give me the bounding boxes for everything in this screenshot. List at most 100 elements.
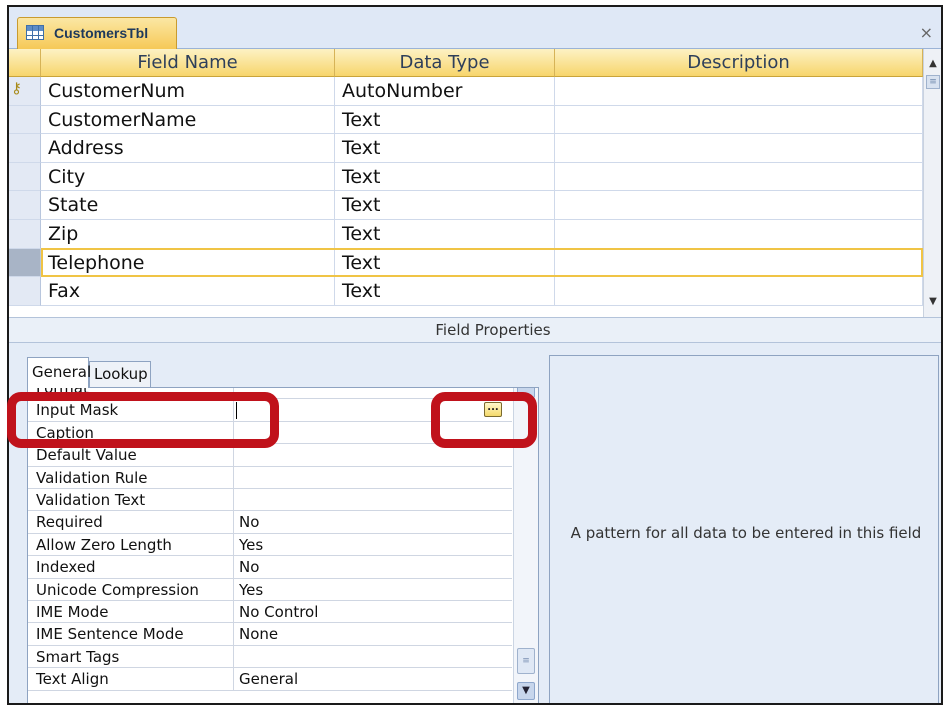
property-row-allow-zero-length[interactable]: Allow Zero Length Yes (28, 533, 512, 557)
property-value[interactable]: No (235, 556, 511, 577)
property-help-text: A pattern for all data to be entered in … (570, 524, 922, 542)
design-grid: Field Name Data Type Description ⚷ CustomerN… (9, 49, 923, 317)
property-row-caption[interactable]: Caption (28, 421, 512, 445)
property-value[interactable] (235, 444, 511, 465)
property-name: IME Sentence Mode (28, 623, 234, 645)
description-cell[interactable] (555, 277, 923, 306)
property-name: Smart Tags (28, 645, 234, 668)
property-value[interactable]: Yes (235, 534, 511, 555)
property-row-indexed[interactable]: Indexed No (28, 556, 512, 579)
property-name: Caption (28, 421, 234, 444)
scroll-down-arrow-icon[interactable]: ▼ (517, 682, 535, 700)
field-properties-header: Field Properties (9, 317, 941, 343)
scroll-up-arrow-icon[interactable]: ▲ (925, 55, 941, 73)
field-name-cell[interactable]: State (41, 191, 335, 220)
property-name: Allow Zero Length (28, 533, 234, 556)
data-type-cell[interactable]: Text (335, 105, 555, 135)
build-button[interactable]: ... (484, 402, 502, 418)
description-cell[interactable] (555, 191, 923, 220)
property-value[interactable] (235, 388, 511, 398)
property-row-ime-sentence-mode[interactable]: IME Sentence Mode None (28, 623, 512, 646)
field-properties-title: Field Properties (435, 321, 551, 339)
table-design-window: CustomersTbl × Field Name Data Type Descri… (7, 5, 943, 705)
scrollbar-thumb[interactable]: ≡ (926, 75, 940, 89)
column-header-data-type: Data Type (335, 49, 555, 77)
property-value[interactable]: No (235, 511, 511, 532)
data-type-cell[interactable]: Text (335, 134, 555, 163)
description-cell[interactable] (555, 220, 923, 249)
description-cell[interactable] (555, 77, 923, 106)
data-type-cell[interactable]: Text (335, 220, 555, 249)
property-name: Indexed (28, 556, 234, 578)
property-row-smart-tags[interactable]: Smart Tags (28, 645, 512, 669)
row-selector[interactable] (9, 162, 41, 192)
scroll-down-arrow-icon[interactable]: ▼ (925, 293, 941, 311)
property-value[interactable]: General (235, 668, 511, 689)
property-value[interactable] (235, 399, 511, 420)
row-selector[interactable] (9, 248, 41, 278)
property-row-validation-text[interactable]: Validation Text (28, 489, 512, 512)
property-sheet: Format Input Mask... Caption Default Value V… (27, 387, 539, 703)
property-name: Required (28, 511, 234, 533)
field-name-cell[interactable]: CustomerName (41, 105, 335, 135)
property-value[interactable] (235, 646, 511, 667)
property-name: Unicode Compression (28, 578, 234, 600)
property-value[interactable] (235, 489, 511, 510)
row-selector[interactable]: ⚷ (9, 77, 41, 106)
property-row-text-align[interactable]: Text Align General (28, 668, 512, 691)
close-icon[interactable]: × (920, 23, 933, 42)
property-name: Validation Text (28, 489, 234, 511)
field-name-cell[interactable]: CustomerNum (41, 77, 335, 106)
field-properties-pane: General Lookup Format Input Mask... Captio… (9, 343, 941, 703)
table-icon (26, 25, 44, 40)
property-sheet-scrollbar[interactable]: ≡ ▼ (513, 388, 538, 703)
column-header-description: Description (555, 49, 923, 77)
field-name-cell[interactable]: Address (41, 134, 335, 163)
document-tab-title: CustomersTbl (54, 25, 149, 41)
property-row-input-mask[interactable]: Input Mask... (28, 399, 512, 422)
property-value[interactable]: Yes (235, 579, 511, 600)
field-name-cell[interactable]: Fax (41, 277, 335, 306)
text-caret (236, 402, 237, 420)
property-name: Format (28, 388, 234, 399)
field-name-cell[interactable]: Zip (41, 220, 335, 249)
data-type-cell[interactable]: AutoNumber (335, 77, 555, 106)
selected-row-outline (41, 247, 923, 277)
row-selector[interactable] (9, 277, 41, 306)
row-selector[interactable] (9, 134, 41, 163)
field-name-cell[interactable]: City (41, 162, 335, 192)
row-selector[interactable] (9, 220, 41, 249)
row-selector[interactable] (9, 105, 41, 135)
primary-key-icon: ⚷ (11, 79, 22, 97)
data-type-cell[interactable]: Text (335, 191, 555, 220)
document-tab-customerstbl[interactable]: CustomersTbl (17, 17, 177, 49)
design-grid-scrollbar[interactable]: ▲ ≡ ▼ (923, 49, 941, 317)
tab-general[interactable]: General (27, 357, 91, 388)
data-type-cell[interactable]: Text (335, 162, 555, 192)
column-header-field-name: Field Name (41, 49, 335, 77)
property-row-format[interactable]: Format (28, 388, 512, 400)
property-row-validation-rule[interactable]: Validation Rule (28, 466, 512, 489)
property-value[interactable] (235, 467, 511, 488)
description-cell[interactable] (555, 162, 923, 192)
property-row-unicode-compression[interactable]: Unicode Compression Yes (28, 578, 512, 601)
property-value[interactable]: None (235, 623, 511, 644)
grid-corner[interactable] (9, 49, 41, 77)
property-value[interactable]: No Control (235, 601, 511, 622)
property-name: Text Align (28, 668, 234, 690)
property-name: Validation Rule (28, 466, 234, 488)
description-cell[interactable] (555, 105, 923, 135)
property-value[interactable] (235, 422, 511, 443)
property-name: Input Mask (28, 399, 234, 421)
description-cell[interactable] (555, 134, 923, 163)
data-type-cell[interactable]: Text (335, 277, 555, 306)
scrollbar-thumb[interactable]: ≡ (517, 648, 535, 674)
property-row-ime-mode[interactable]: IME Mode No Control (28, 601, 512, 624)
property-help-pane: A pattern for all data to be entered in … (549, 355, 939, 703)
document-tab-strip: CustomersTbl × (9, 7, 941, 49)
scroll-up-arrow-icon[interactable] (517, 388, 535, 398)
property-row-required[interactable]: Required No (28, 511, 512, 534)
row-selector[interactable] (9, 191, 41, 220)
tab-lookup[interactable]: Lookup (89, 361, 151, 387)
property-row-default-value[interactable]: Default Value (28, 444, 512, 467)
